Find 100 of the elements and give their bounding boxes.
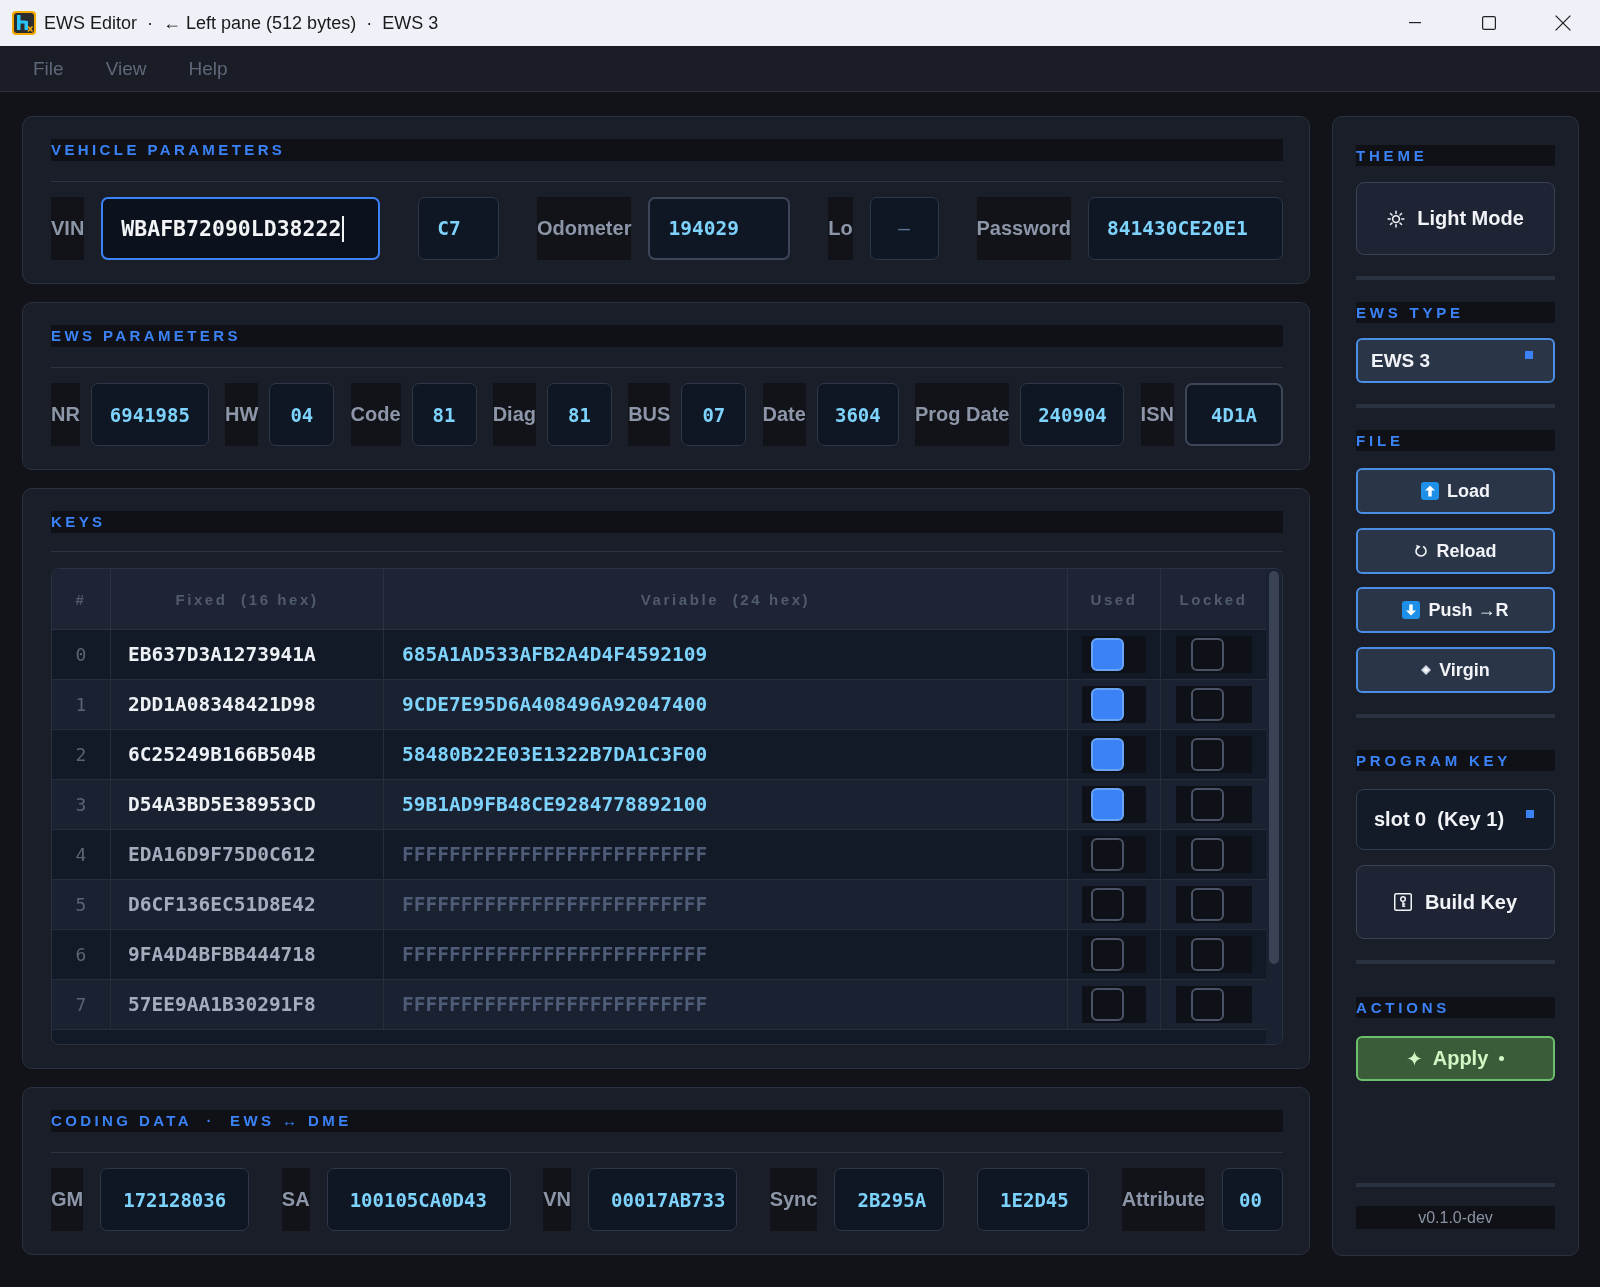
text-cursor-icon xyxy=(342,215,345,242)
field-label: Diag xyxy=(492,383,536,446)
table-cell: EB637D3A1273941A xyxy=(111,630,384,679)
checkbox[interactable] xyxy=(1190,938,1224,971)
input-field[interactable]: 2B295A xyxy=(834,1168,945,1231)
input-field[interactable]: 1E2D45 xyxy=(977,1168,1090,1231)
table-cell: 58480B22E03E1322B7DA1C3F00 xyxy=(384,730,1068,779)
sun-icon xyxy=(1387,209,1406,228)
checkbox[interactable] xyxy=(1091,788,1124,821)
input-field[interactable]: – xyxy=(869,197,939,260)
input-field[interactable]: 07 xyxy=(681,383,747,446)
load-button[interactable]: Load xyxy=(1356,468,1555,514)
row-number: 4 xyxy=(52,830,111,879)
table-cell: FFFFFFFFFFFFFFFFFFFFFFFFFF xyxy=(384,830,1068,879)
field-label: Prog Date xyxy=(915,383,1010,446)
table-cell: FFFFFFFFFFFFFFFFFFFFFFFFFF xyxy=(384,880,1068,929)
dropdown-indicator-icon xyxy=(1525,351,1533,359)
input-field[interactable]: 6941985 xyxy=(90,383,209,446)
input-field[interactable]: 4D1A xyxy=(1184,383,1283,446)
table-cell: D6CF136EC51D8E42 xyxy=(111,880,384,929)
input-field[interactable]: 81 xyxy=(411,383,477,446)
table-cell: FFFFFFFFFFFFFFFFFFFFFFFFFF xyxy=(384,980,1068,1029)
close-icon xyxy=(1555,15,1571,31)
sparkle-icon xyxy=(1406,1051,1422,1066)
field-label: ISN xyxy=(1140,383,1174,446)
checkbox[interactable] xyxy=(1190,838,1224,871)
table-cell: 9FA4D4BFBB444718 xyxy=(111,930,384,979)
field-label: SA xyxy=(281,1168,310,1231)
checkbox[interactable] xyxy=(1190,738,1224,771)
field-label: Odometer xyxy=(536,197,632,260)
field-label: HW xyxy=(225,383,259,446)
section-header: ACTIONS xyxy=(1356,997,1555,1018)
column-header: Locked xyxy=(1178,589,1249,610)
field-label: Date xyxy=(762,383,806,446)
column-header: Used xyxy=(1068,569,1161,629)
dropdown[interactable]: slot 0 (Key 1) xyxy=(1356,789,1555,850)
input-field[interactable]: 00017AB733 xyxy=(588,1168,738,1231)
theme-button[interactable]: Light Mode xyxy=(1356,182,1555,255)
build-key-button[interactable]: Build Key xyxy=(1356,865,1555,939)
table-cell: 9CDE7E95D6A408496A92047400 xyxy=(384,680,1068,729)
input-field[interactable]: 81 xyxy=(547,383,612,446)
field-label: Code xyxy=(350,383,401,446)
row-number: 5 xyxy=(52,880,111,929)
table-cell: 685A1AD533AFB2A4D4F4592109 xyxy=(384,630,1068,679)
row-number: 7 xyxy=(52,980,111,1029)
section-header: VEHICLE PARAMETERS xyxy=(51,139,1283,161)
key-icon xyxy=(1393,893,1412,911)
checkbox[interactable] xyxy=(1091,888,1124,921)
dot-icon xyxy=(1499,1056,1505,1061)
row-number: 1 xyxy=(52,680,111,729)
table-cell: EDA16D9F75D0C612 xyxy=(111,830,384,879)
input-field[interactable]: 194029 xyxy=(648,197,791,260)
version-label: v0.1.0-dev xyxy=(1356,1206,1555,1229)
window-title: EWS Editor · ← Left pane (512 bytes) · EWS 3 xyxy=(44,12,439,34)
input-field[interactable]: WBAFB72090LD38222 xyxy=(101,197,381,260)
checkbox[interactable] xyxy=(1091,988,1124,1021)
field-label: VN xyxy=(543,1168,572,1231)
table-cell: D54A3BD5E38953CD xyxy=(111,780,384,829)
checkbox[interactable] xyxy=(1190,688,1224,721)
field-label: GM xyxy=(51,1168,84,1231)
scrollbar[interactable] xyxy=(1269,571,1279,964)
checkbox[interactable] xyxy=(1091,938,1124,971)
checkbox[interactable] xyxy=(1190,988,1224,1021)
input-field[interactable]: 3604 xyxy=(816,383,899,446)
section-header: EWS TYPE xyxy=(1356,302,1555,323)
row-number: 6 xyxy=(52,930,111,979)
section-header: THEME xyxy=(1356,145,1555,166)
app-icon xyxy=(12,11,36,35)
reload-button[interactable]: Reload xyxy=(1356,528,1555,574)
input-field[interactable]: 172128036 xyxy=(100,1168,250,1231)
input-field[interactable]: 04 xyxy=(269,383,335,446)
checkbox[interactable] xyxy=(1190,638,1224,671)
checkbox[interactable] xyxy=(1190,788,1224,821)
checkbox[interactable] xyxy=(1091,688,1124,721)
table-cell: 57EE9AA1B30291F8 xyxy=(111,980,384,1029)
field-label: NR xyxy=(51,383,80,446)
table-cell: 59B1AD9FB48CE9284778892100 xyxy=(384,780,1068,829)
column-header: # xyxy=(52,569,111,629)
checkbox[interactable] xyxy=(1091,838,1124,871)
checkbox[interactable] xyxy=(1190,888,1224,921)
section-header: CODING DATA · EWS ↔ DME xyxy=(51,1110,1283,1132)
table-cell: 2DD1A08348421D98 xyxy=(111,680,384,729)
virgin-button[interactable]: Virgin xyxy=(1356,647,1555,693)
field-label: VIN xyxy=(51,197,85,260)
checkbox[interactable] xyxy=(1091,738,1124,771)
row-number: 2 xyxy=(52,730,111,779)
input-field[interactable]: 841430CE20E1 xyxy=(1088,197,1283,260)
input-field[interactable]: 240904 xyxy=(1020,383,1125,446)
section-header: PROGRAM KEY xyxy=(1356,750,1555,771)
input-field[interactable]: 00 xyxy=(1222,1168,1283,1231)
input-field[interactable]: 100105CA0D43 xyxy=(326,1168,511,1231)
input-field[interactable]: C7 xyxy=(418,197,500,260)
table-cell: FFFFFFFFFFFFFFFFFFFFFFFFFF xyxy=(384,930,1068,979)
dropdown[interactable]: EWS 3 xyxy=(1356,338,1555,383)
field-label: Password xyxy=(976,197,1071,260)
apply-button[interactable]: Apply xyxy=(1356,1036,1555,1081)
checkbox[interactable] xyxy=(1091,638,1124,671)
push-button[interactable]: Push →R xyxy=(1356,587,1555,633)
column-header: Variable (24 hex) xyxy=(384,569,1068,629)
dropdown-indicator-icon xyxy=(1526,810,1534,818)
